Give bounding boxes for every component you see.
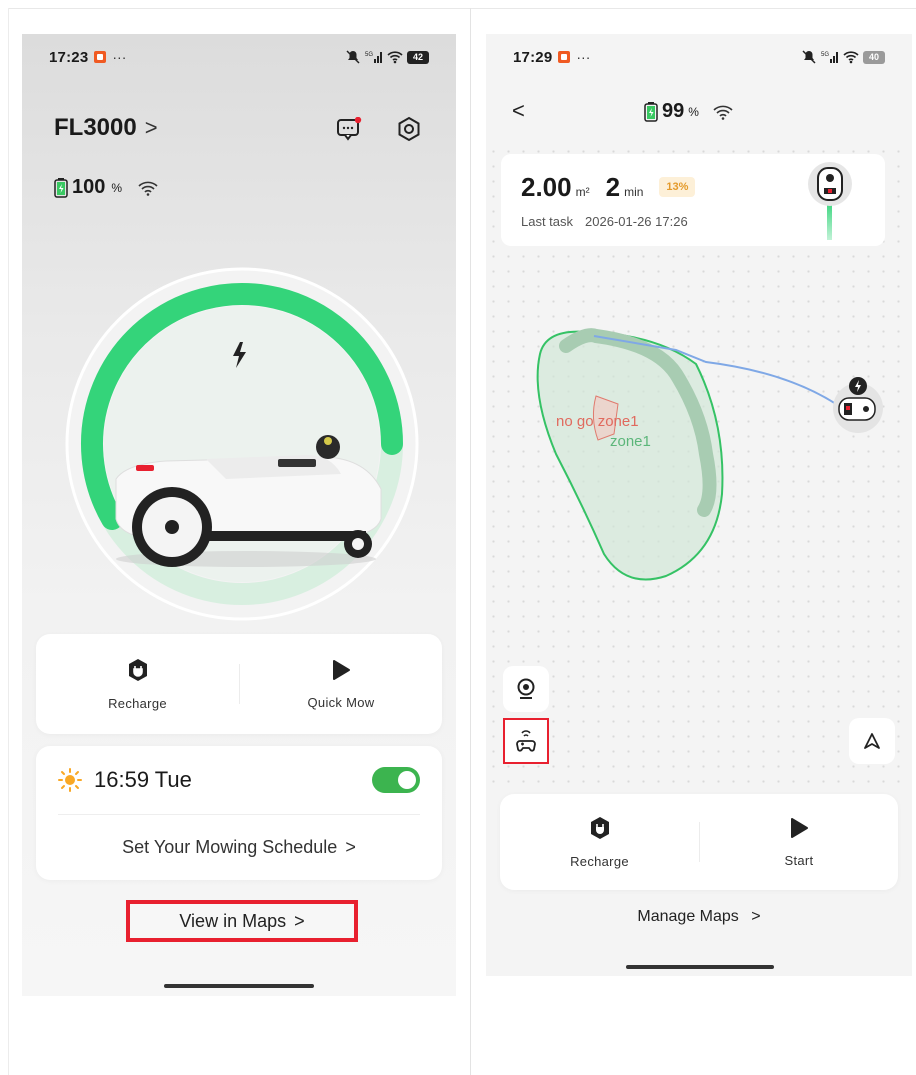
center-divider <box>470 8 471 1075</box>
last-task-row: Last task 2026-01-26 17:26 <box>521 214 688 229</box>
status-bar: 17:29 ··· 5G 40 <box>513 46 885 68</box>
schedule-toggle[interactable] <box>372 767 420 793</box>
status-right-icons: 5G 40 <box>801 50 885 64</box>
chevron-right-icon: > <box>144 115 158 140</box>
view-in-maps-button[interactable]: View in Maps > <box>126 900 358 942</box>
wifi-icon <box>138 181 158 196</box>
battery-charging-icon <box>54 177 68 198</box>
mute-icon <box>802 50 816 64</box>
play-icon <box>333 659 350 680</box>
chevron-right-icon: > <box>345 836 356 857</box>
task-stats: 2.00 m² 2 min 13% <box>521 172 696 203</box>
wifi-icon <box>713 105 733 120</box>
notification-app-icon <box>94 51 107 63</box>
start-button[interactable]: Start <box>700 794 898 890</box>
navigation-arrow-icon <box>864 733 880 749</box>
battery-indicator: 99 % <box>644 100 733 123</box>
recharge-label: Recharge <box>570 853 629 869</box>
quick-mow-label: Quick Mow <box>307 694 375 710</box>
status-time: 17:29 <box>513 48 553 66</box>
quick-actions-card: Recharge Quick Mow <box>36 634 442 734</box>
battery-charging-icon <box>644 101 658 122</box>
wifi-status-icon <box>843 51 859 64</box>
charging-station-icon <box>833 377 883 433</box>
status-battery: 40 <box>863 50 885 64</box>
mower-illustration <box>115 435 382 567</box>
cellular-signal-icon: 5G <box>365 52 382 63</box>
play-icon <box>791 817 808 838</box>
battery-percent: 100 <box>72 176 106 198</box>
status-right-icons: 5G 42 <box>345 50 429 64</box>
comparison-canvas: 17:23 ··· 5G 42 FL3000 > 100 % Recharge … <box>0 0 916 1075</box>
mute-icon <box>346 50 360 64</box>
battery-unit: % <box>111 180 123 195</box>
battery-percent: 99 <box>662 100 685 122</box>
chevron-right-icon: > <box>751 908 761 925</box>
manage-maps-link[interactable]: Manage Maps > <box>486 908 912 926</box>
mowed-area-unit: m² <box>575 185 590 199</box>
status-bar: 17:23 ··· 5G 42 <box>49 46 429 68</box>
svg-text:5G: 5G <box>821 52 829 58</box>
message-icon[interactable] <box>336 117 362 141</box>
schedule-time: 16:59 Tue <box>94 767 192 792</box>
robot-avatar-icon <box>808 162 852 240</box>
mow-time-unit: min <box>624 185 644 199</box>
svg-text:5G: 5G <box>365 52 373 58</box>
schedule-card: 16:59 Tue Set Your Mowing Schedule > <box>36 746 442 880</box>
device-name: FL3000 <box>54 114 137 141</box>
nogo-zone-label: no go zone1 <box>556 413 639 430</box>
locate-mower-button[interactable] <box>503 666 549 712</box>
last-task-time: 2026-01-26 17:26 <box>585 214 688 229</box>
set-schedule-link[interactable]: Set Your Mowing Schedule > <box>36 814 442 880</box>
mowing-zone-boundary <box>536 330 724 581</box>
settings-icon[interactable] <box>396 116 422 142</box>
gamepad-icon <box>516 730 536 752</box>
device-home-screen: 17:23 ··· 5G 42 FL3000 > 100 % Recharge … <box>22 34 456 996</box>
status-battery: 42 <box>407 50 429 64</box>
battery-indicator: 100 % <box>54 176 158 199</box>
sun-icon <box>58 768 82 792</box>
zone-label: zone1 <box>610 433 651 450</box>
last-task-label: Last task <box>521 214 574 229</box>
status-more: ··· <box>112 49 127 65</box>
set-schedule-label: Set Your Mowing Schedule <box>122 836 338 857</box>
start-label: Start <box>784 852 814 868</box>
map-header: < 99 % <box>486 94 912 134</box>
back-button[interactable]: < <box>512 98 525 124</box>
wifi-status-icon <box>387 51 403 64</box>
status-time: 17:23 <box>49 48 89 66</box>
progress-badge: 13% <box>659 177 696 197</box>
task-summary-card: 2.00 m² 2 min 13% Last task 2026-01-26 17… <box>501 154 885 246</box>
battery-unit: % <box>688 104 699 119</box>
chevron-right-icon: > <box>294 910 305 931</box>
top-divider <box>8 8 916 9</box>
remote-control-button[interactable] <box>503 718 549 764</box>
home-indicator[interactable] <box>626 965 774 969</box>
location-target-icon <box>517 678 535 699</box>
left-border <box>8 8 9 1075</box>
manage-maps-label: Manage Maps <box>637 908 739 925</box>
map-drawing: no go zone1 zone1 <box>536 328 883 581</box>
view-in-maps-label: View in Maps <box>179 910 287 931</box>
quick-mow-button[interactable]: Quick Mow <box>240 634 442 734</box>
notification-app-icon <box>558 51 571 63</box>
status-more: ··· <box>576 49 591 65</box>
map-actions-card: Recharge Start <box>500 794 898 890</box>
recharge-button[interactable]: Recharge <box>500 794 699 890</box>
schedule-row: 16:59 Tue <box>36 746 442 814</box>
mowed-area-value: 2.00 <box>521 172 572 202</box>
plug-icon <box>128 658 147 681</box>
cellular-signal-icon: 5G <box>821 52 838 63</box>
map-screen: 17:29 ··· 5G 40 < 99 % 2.00 m² 2 min 13%… <box>486 34 912 976</box>
mow-time-value: 2 <box>605 172 621 202</box>
recharge-label: Recharge <box>108 695 167 711</box>
device-title[interactable]: FL3000 > <box>54 114 158 142</box>
recharge-button[interactable]: Recharge <box>36 634 239 734</box>
plug-icon <box>590 816 609 839</box>
home-indicator[interactable] <box>164 984 314 988</box>
navigate-button[interactable] <box>849 718 895 764</box>
